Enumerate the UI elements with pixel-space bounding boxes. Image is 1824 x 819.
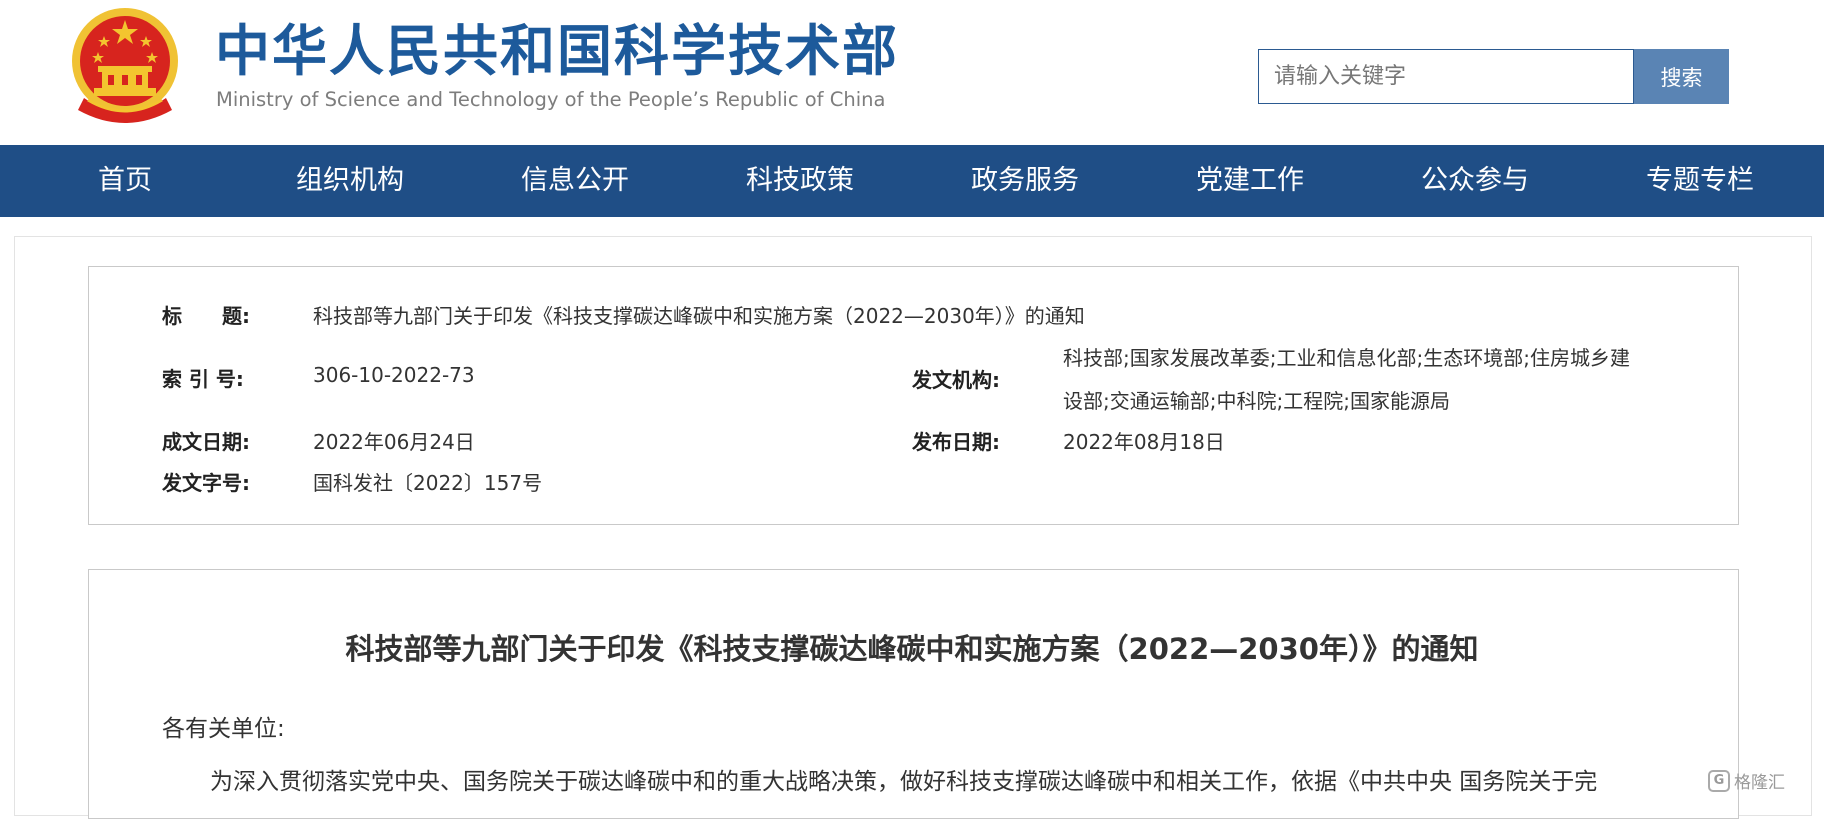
nav-item-sci-tech-policy[interactable]: 科技政策: [746, 145, 854, 217]
meta-issuer-value-line1: 科技部;国家发展改革委;工业和信息化部;生态环境部;住房城乡建: [1063, 346, 1630, 370]
nav-item-organization[interactable]: 组织机构: [296, 145, 404, 217]
nav-item-info-disclosure[interactable]: 信息公开: [521, 145, 629, 217]
meta-index-value: 306-10-2022-73: [313, 363, 475, 387]
meta-published-label: 发布日期:: [912, 430, 1000, 454]
meta-doc-no-value: 国科发社〔2022〕157号: [313, 471, 543, 495]
meta-issuer-label: 发文机构:: [912, 368, 1000, 392]
site-title-en[interactable]: Ministry of Science and Technology of th…: [216, 88, 885, 111]
nav-item-public-participation[interactable]: 公众参与: [1421, 145, 1529, 217]
main-nav: 首页 组织机构 信息公开 科技政策 政务服务 党建工作 公众参与 专题专栏: [0, 145, 1824, 217]
site-header: 中华人民共和国科学技术部 Ministry of Science and Tec…: [0, 0, 1824, 145]
meta-title-value: 科技部等九部门关于印发《科技支撑碳达峰碳中和实施方案（2022—2030年）》的…: [313, 304, 1085, 328]
meta-published-value: 2022年08月18日: [1063, 430, 1225, 454]
document-paragraph: 为深入贯彻落实党中央、国务院关于碳达峰碳中和的重大战略决策，做好科技支撑碳达峰碳…: [210, 769, 1598, 795]
meta-created-value: 2022年06月24日: [313, 430, 475, 454]
meta-created-label: 成文日期:: [162, 430, 250, 454]
search-field-container: [1258, 49, 1634, 104]
search-button[interactable]: 搜索: [1634, 49, 1729, 104]
watermark-text: 格隆汇: [1734, 773, 1785, 793]
site-title-cn[interactable]: 中华人民共和国科学技术部: [215, 16, 899, 86]
nav-item-home[interactable]: 首页: [98, 145, 152, 217]
meta-title-label: 标 题:: [162, 304, 250, 328]
nav-item-government-services[interactable]: 政务服务: [971, 145, 1079, 217]
search-input[interactable]: [1259, 50, 1633, 103]
watermark-logo-icon: G: [1708, 769, 1730, 792]
nav-item-special-topics[interactable]: 专题专栏: [1646, 145, 1754, 217]
meta-issuer-value-line2: 设部;交通运输部;中科院;工程院;国家能源局: [1063, 389, 1450, 413]
watermark: G 格隆汇: [1708, 768, 1785, 793]
document-salutation: 各有关单位:: [162, 716, 285, 742]
meta-index-label: 索 引 号:: [162, 367, 244, 391]
meta-doc-no-label: 发文字号:: [162, 471, 250, 495]
nav-item-party-building[interactable]: 党建工作: [1196, 145, 1304, 217]
national-emblem-icon[interactable]: [68, 6, 182, 128]
document-title: 科技部等九部门关于印发《科技支撑碳达峰碳中和实施方案（2022—2030年）》的…: [345, 632, 1479, 666]
